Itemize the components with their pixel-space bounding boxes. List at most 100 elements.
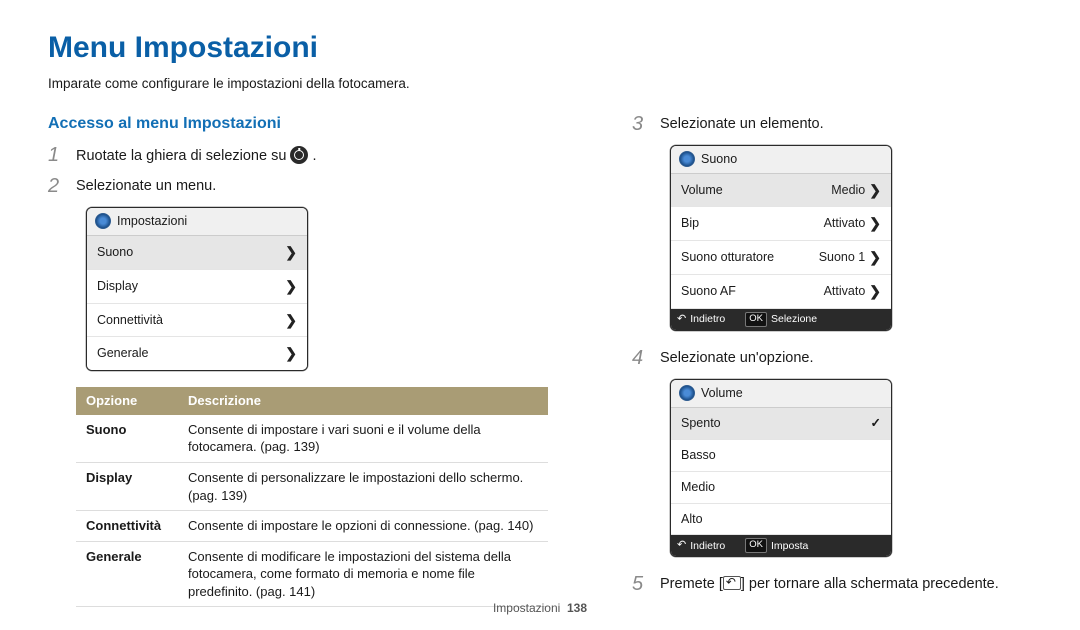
camera-menu-row-label: Basso [681, 447, 716, 464]
check-icon: ✓ [871, 415, 881, 432]
camera-menu-row-label: Alto [681, 511, 703, 528]
footer-back-label: Indietro [690, 312, 725, 326]
table-header-option: Opzione [76, 387, 178, 415]
camera-menu-row-value: Attivato [824, 215, 866, 232]
camera-menu-row[interactable]: Medio [671, 472, 891, 504]
ok-key-icon: OK [745, 538, 767, 553]
camera-menu-footer: ↶ Indietro OK Imposta [671, 535, 891, 556]
table-cell-description: Consente di impostare le opzioni di conn… [178, 511, 548, 542]
camera-menu-row[interactable]: Suono AF Attivato❯ [671, 275, 891, 309]
chevron-right-icon: ❯ [285, 311, 297, 330]
step-number: 1 [48, 144, 66, 166]
camera-menu-row[interactable]: Volume Medio❯ [671, 174, 891, 208]
step-2-text: Selezionate un menu. [76, 175, 216, 197]
ok-key-icon: OK [745, 312, 767, 327]
step-4-text: Selezionate un'opzione. [660, 347, 814, 369]
step-5-text-a: Premete [ [660, 576, 723, 592]
table-header-description: Descrizione [178, 387, 548, 415]
mode-dial-small-icon [95, 213, 111, 229]
camera-menu-title: Impostazioni [117, 213, 187, 230]
camera-menu-title: Suono [701, 151, 737, 168]
camera-menu-header: Volume [671, 380, 891, 408]
chevron-right-icon: ❯ [285, 277, 297, 296]
camera-menu-row[interactable]: Generale ❯ [87, 337, 307, 370]
footer-ok-label: Selezione [771, 312, 817, 326]
section-subtitle: Accesso al menu Impostazioni [48, 113, 578, 135]
step-1: 1 Ruotate la ghiera di selezione su . [48, 144, 578, 167]
mode-dial-small-icon [679, 385, 695, 401]
step-3: 3 Selezionate un elemento. [632, 113, 1032, 135]
table-row: Suono Consente di impostare i vari suoni… [76, 415, 548, 463]
left-column: Accesso al menu Impostazioni 1 Ruotate l… [48, 113, 578, 608]
table-cell-description: Consente di modificare le impostazioni d… [178, 541, 548, 607]
camera-menu-volume: Volume Spento ✓ Basso Medio Alto ↶ Indiet… [670, 379, 892, 557]
step-1-text-a: Ruotate la ghiera di selezione su [76, 148, 286, 164]
intro-text: Imparate come configurare le impostazion… [48, 75, 1032, 93]
step-number: 3 [632, 113, 650, 135]
camera-menu-row[interactable]: Basso [671, 440, 891, 472]
return-key-icon [723, 576, 741, 590]
table-cell-description: Consente di personalizzare le impostazio… [178, 462, 548, 510]
camera-menu-row-label: Volume [681, 182, 723, 199]
footer-section: Impostazioni [493, 601, 560, 615]
table-row: Display Consente di personalizzare le im… [76, 462, 548, 510]
mode-dial-small-icon [679, 151, 695, 167]
back-icon: ↶ [677, 538, 686, 553]
camera-menu-row-label: Generale [97, 345, 148, 362]
step-2: 2 Selezionate un menu. [48, 175, 578, 197]
camera-menu-row-value: Medio [831, 182, 865, 199]
camera-menu-title: Volume [701, 385, 743, 402]
footer-page-number: 138 [567, 601, 587, 615]
camera-menu-row-label: Bip [681, 215, 699, 232]
chevron-right-icon: ❯ [869, 181, 881, 200]
two-column-layout: Accesso al menu Impostazioni 1 Ruotate l… [48, 113, 1032, 608]
mode-dial-icon [290, 146, 308, 164]
table-row: Connettività Consente di impostare le op… [76, 511, 548, 542]
page-footer: Impostazioni 138 [0, 600, 1080, 616]
chevron-right-icon: ❯ [869, 214, 881, 233]
table-row: Generale Consente di modificare le impos… [76, 541, 548, 607]
step-5: 5 Premete [ ] per tornare alla schermata … [632, 573, 1032, 595]
step-number: 2 [48, 175, 66, 197]
camera-menu-row[interactable]: Spento ✓ [671, 408, 891, 440]
step-3-text: Selezionate un elemento. [660, 113, 824, 135]
table-cell-option: Generale [76, 541, 178, 607]
table-cell-option: Connettività [76, 511, 178, 542]
camera-menu-row[interactable]: Display ❯ [87, 270, 307, 304]
options-description-table: Opzione Descrizione Suono Consente di im… [76, 387, 548, 607]
camera-menu-row-label: Connettività [97, 312, 163, 329]
step-1-text: Ruotate la ghiera di selezione su . [76, 144, 316, 167]
step-5-text-b: ] per tornare alla schermata precedente. [741, 576, 999, 592]
camera-menu-header: Suono [671, 146, 891, 174]
chevron-right-icon: ❯ [285, 344, 297, 363]
step-number: 5 [632, 573, 650, 595]
camera-menu-row-label: Suono AF [681, 283, 736, 300]
footer-ok-label: Imposta [771, 539, 808, 553]
chevron-right-icon: ❯ [869, 282, 881, 301]
table-cell-option: Suono [76, 415, 178, 463]
camera-menu-header: Impostazioni [87, 208, 307, 236]
back-icon: ↶ [677, 312, 686, 327]
camera-menu-row[interactable]: Alto [671, 504, 891, 536]
camera-menu-row[interactable]: Suono otturatore Suono 1❯ [671, 241, 891, 275]
right-column: 3 Selezionate un elemento. Suono Volume … [632, 113, 1032, 608]
camera-menu-footer: ↶ Indietro OK Selezione [671, 309, 891, 330]
camera-menu-row-label: Suono otturatore [681, 249, 774, 266]
camera-menu-row[interactable]: Bip Attivato❯ [671, 207, 891, 241]
camera-menu-row-label: Spento [681, 415, 721, 432]
step-4: 4 Selezionate un'opzione. [632, 347, 1032, 369]
camera-menu-row-label: Medio [681, 479, 715, 496]
table-cell-option: Display [76, 462, 178, 510]
step-1-text-b: . [312, 148, 316, 164]
camera-menu-row-label: Display [97, 278, 138, 295]
step-5-text: Premete [ ] per tornare alla schermata pr… [660, 573, 999, 595]
step-number: 4 [632, 347, 650, 369]
camera-menu-row[interactable]: Suono ❯ [87, 236, 307, 270]
camera-menu-row-label: Suono [97, 244, 133, 261]
camera-menu-row-value: Suono 1 [819, 249, 866, 266]
camera-menu-row-value: Attivato [824, 283, 866, 300]
chevron-right-icon: ❯ [285, 243, 297, 262]
footer-back-label: Indietro [690, 539, 725, 553]
camera-menu-settings: Impostazioni Suono ❯ Display ❯ Connettiv… [86, 207, 308, 371]
camera-menu-row[interactable]: Connettività ❯ [87, 304, 307, 338]
